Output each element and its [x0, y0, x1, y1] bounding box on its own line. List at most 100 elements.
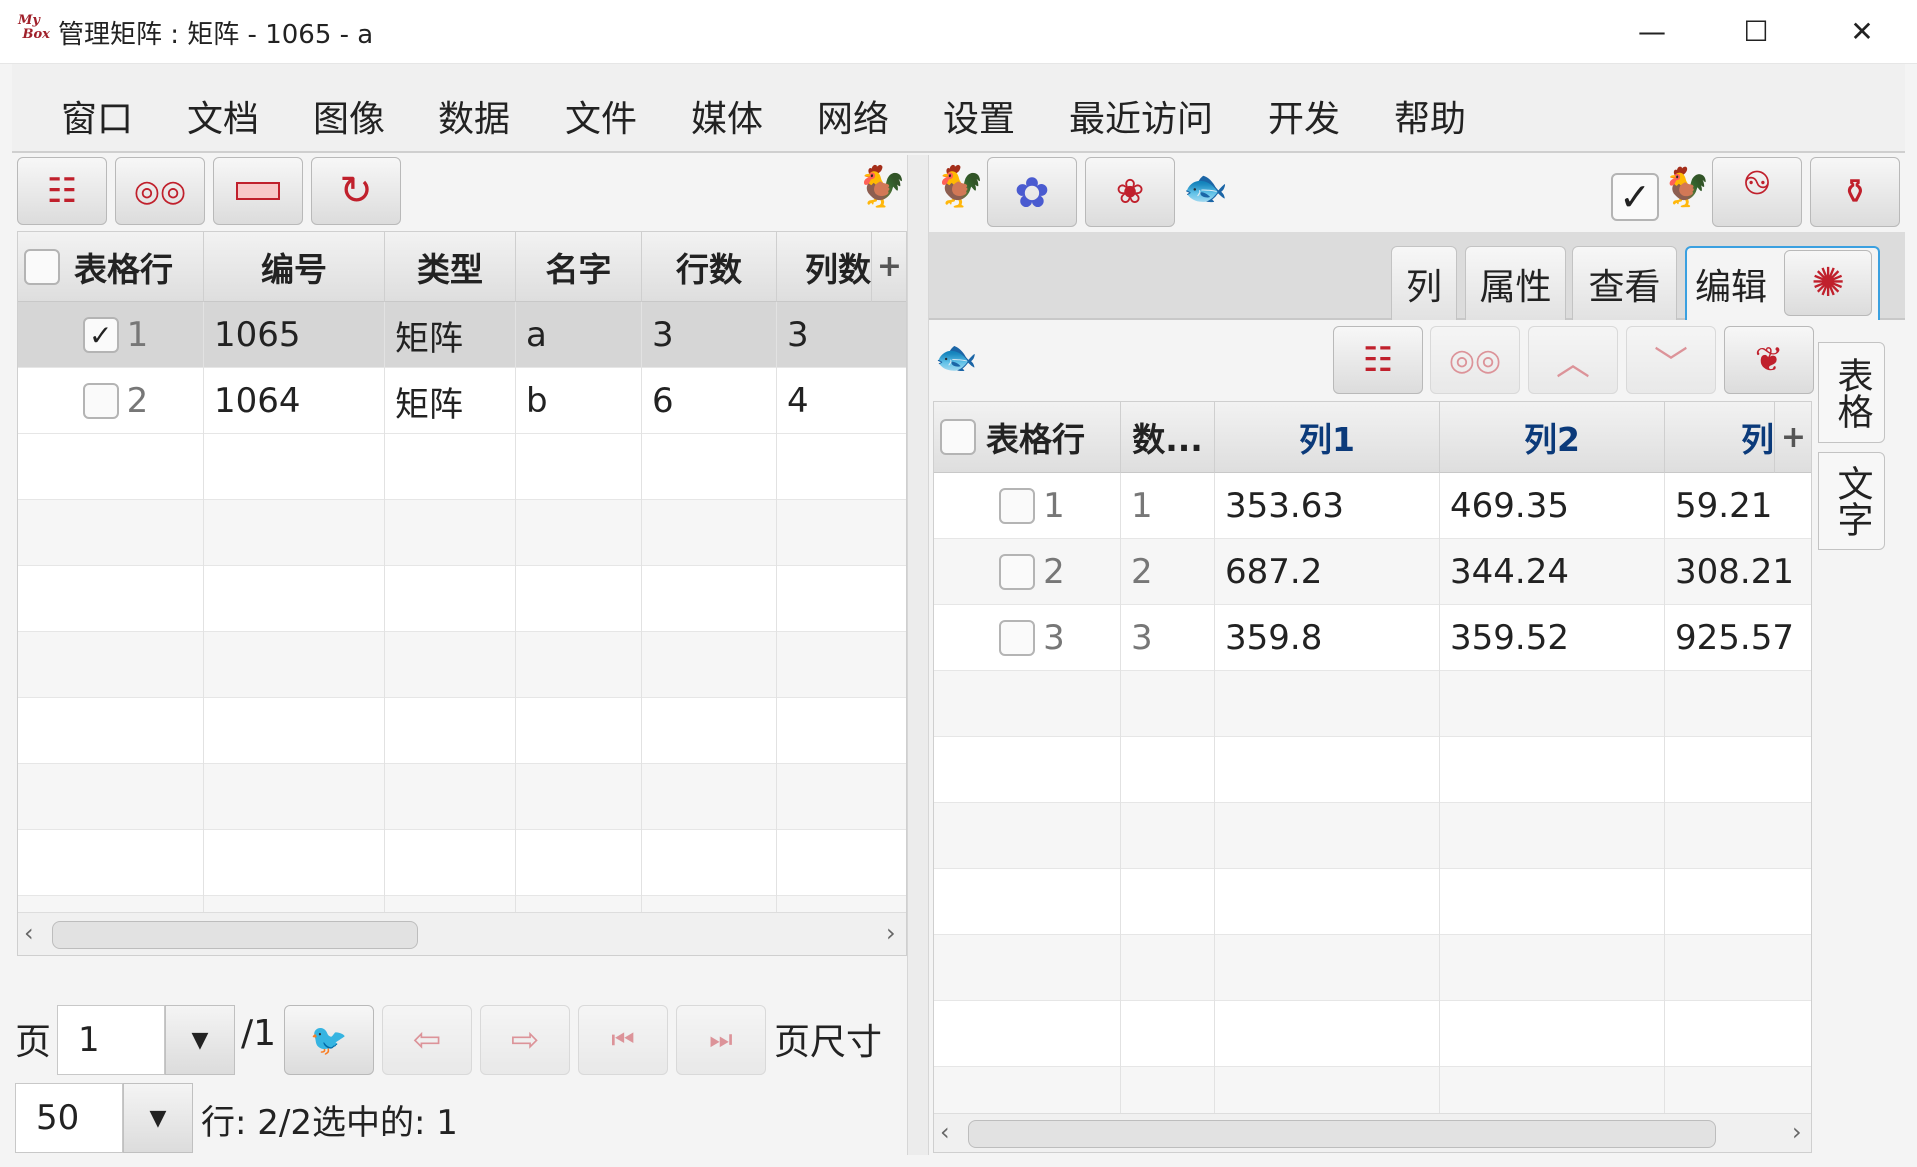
page-size-chevron-icon[interactable]: ▼ — [123, 1083, 193, 1153]
scroll-left-icon[interactable]: ‹ — [940, 1118, 950, 1146]
fish-icon: 🐟 — [935, 338, 978, 378]
column-1-cell[interactable]: 359.8 — [1215, 605, 1440, 671]
app-logo: My Box — [18, 13, 50, 42]
menu-settings[interactable]: 设置 — [943, 90, 1015, 142]
menu-document[interactable]: 文档 — [187, 90, 259, 142]
toggle-checkbox[interactable]: ✓ — [1611, 173, 1659, 221]
menu-develop[interactable]: 开发 — [1268, 90, 1340, 142]
header-row-number[interactable]: 表格行 — [18, 232, 204, 302]
column-3-cell[interactable]: 925.57 — [1665, 605, 1811, 671]
row-checkbox[interactable] — [82, 383, 119, 419]
id-cell: 1065 — [204, 302, 385, 368]
menu-network[interactable]: 网络 — [817, 90, 889, 142]
header-name[interactable]: 名字 — [516, 232, 642, 302]
page-number-input[interactable]: 1 — [57, 1005, 165, 1075]
menu-media[interactable]: 媒体 — [691, 90, 763, 142]
header-column-1[interactable]: 列1 — [1215, 402, 1440, 473]
header-row-number[interactable]: 表格行 — [934, 402, 1121, 473]
scroll-left-icon[interactable]: ‹ — [24, 919, 34, 947]
resize-button[interactable] — [213, 157, 303, 225]
column-3-cell[interactable]: 59.21 — [1665, 473, 1811, 539]
row-checkbox[interactable] — [999, 488, 1036, 524]
column-1-cell[interactable]: 687.2 — [1215, 539, 1440, 605]
settings-button[interactable]: ✿ — [987, 157, 1077, 227]
scroll-right-icon[interactable]: › — [886, 919, 896, 947]
scrollbar-thumb[interactable] — [968, 1120, 1716, 1148]
menu-file[interactable]: 文件 — [565, 90, 637, 142]
table-row[interactable]: ✓ 1 1065 矩阵 a 3 3 — [18, 302, 906, 368]
tab-view[interactable]: 查看 — [1572, 246, 1677, 320]
move-up-button[interactable]: ︿ — [1528, 326, 1618, 394]
tab-edit[interactable]: 编辑 ✺ — [1685, 246, 1880, 320]
previous-page-button[interactable]: ⇦ — [382, 1005, 472, 1075]
page-dropdown-chevron-icon[interactable]: ▼ — [165, 1005, 235, 1075]
first-page-icon: ⏮ — [611, 1024, 635, 1055]
first-page-button[interactable]: ⏮ — [578, 1005, 668, 1075]
tab-columns[interactable]: 列 — [1391, 246, 1457, 320]
row-index: 1 — [1043, 486, 1065, 526]
menu-image[interactable]: 图像 — [313, 90, 385, 142]
swirl-button[interactable]: ࿊ — [1712, 157, 1802, 227]
header-cols[interactable]: 列数 — [777, 232, 872, 302]
header-id[interactable]: 编号 — [204, 232, 385, 302]
move-down-button[interactable]: ﹀ — [1626, 326, 1716, 394]
header-type[interactable]: 类型 — [385, 232, 516, 302]
menu-window[interactable]: 窗口 — [61, 90, 133, 142]
menu-data[interactable]: 数据 — [438, 90, 510, 142]
pattern-button[interactable]: ◎◎ — [115, 157, 205, 225]
row-checkbox[interactable]: ✓ — [82, 317, 119, 353]
add-column-button[interactable]: + — [872, 232, 906, 302]
row-checkbox[interactable] — [999, 620, 1036, 656]
go-page-button[interactable]: 🐦 — [284, 1005, 374, 1075]
rows-cell: 3 — [642, 302, 777, 368]
horizontal-scrollbar[interactable]: ‹ › — [934, 1113, 1811, 1152]
select-all-checkbox[interactable] — [24, 248, 60, 285]
minimize-button[interactable]: — — [1622, 8, 1682, 56]
id-cell: 1064 — [204, 368, 385, 434]
header-column-2[interactable]: 列2 — [1440, 402, 1665, 473]
close-button[interactable]: ✕ — [1832, 8, 1892, 56]
table-row[interactable]: 3 3 359.8 359.52 925.57 — [934, 605, 1811, 671]
dragon-refresh-icon: ↻ — [339, 168, 373, 214]
table-row[interactable]: 2 2 687.2 344.24 308.21 — [934, 539, 1811, 605]
maximize-button[interactable]: ☐ — [1726, 8, 1786, 56]
header-column-3[interactable]: 列 — [1665, 402, 1775, 473]
column-2-cell[interactable]: 469.35 — [1440, 473, 1665, 539]
row-checkbox[interactable] — [999, 554, 1036, 590]
header-rows[interactable]: 行数 — [642, 232, 777, 302]
scroll-right-icon[interactable]: › — [1792, 1118, 1802, 1146]
table-row[interactable]: 2 1064 矩阵 b 6 4 — [18, 368, 906, 434]
header-data-row[interactable]: 数... — [1121, 402, 1215, 473]
data-row-cell: 1 — [1121, 473, 1215, 539]
add-column-button[interactable]: + — [1775, 402, 1811, 473]
table-row[interactable]: 1 1 353.63 469.35 59.21 — [934, 473, 1811, 539]
gourd-button[interactable]: ⚱ — [1810, 157, 1900, 227]
peony-flower-icon: ❀ — [1115, 172, 1145, 212]
refresh-button[interactable]: ↻ — [311, 157, 401, 225]
butterfly-button[interactable]: ❦ — [1724, 326, 1814, 394]
select-all-checkbox[interactable] — [940, 419, 976, 455]
scrollbar-thumb[interactable] — [52, 921, 418, 949]
horizontal-scrollbar[interactable]: ‹ › — [18, 912, 906, 955]
pattern-button[interactable]: ◎◎ — [1430, 326, 1520, 394]
side-tab-table[interactable]: 表格 — [1818, 342, 1885, 443]
panel-splitter[interactable] — [907, 155, 929, 1155]
last-page-button[interactable]: ⏭ — [676, 1005, 766, 1075]
column-2-cell[interactable]: 359.52 — [1440, 605, 1665, 671]
row-index: 2 — [1043, 552, 1065, 592]
column-3-cell[interactable]: 308.21 — [1665, 539, 1811, 605]
tab-attributes[interactable]: 属性 — [1465, 246, 1566, 320]
menu-help[interactable]: 帮助 — [1394, 90, 1466, 142]
mask-face-button[interactable]: ☷ — [1333, 326, 1423, 394]
column-2-cell[interactable]: 344.24 — [1440, 539, 1665, 605]
chrysanthemum-button[interactable]: ✺ — [1784, 250, 1872, 316]
menu-recent[interactable]: 最近访问 — [1069, 90, 1213, 142]
side-tab-text[interactable]: 文字 — [1818, 452, 1885, 550]
mask-face-button[interactable]: ☷ — [17, 157, 107, 225]
page-size-input[interactable]: 50 — [15, 1083, 123, 1153]
column-1-cell[interactable]: 353.63 — [1215, 473, 1440, 539]
butterfly-icon: ❦ — [1754, 340, 1784, 380]
peony-button[interactable]: ❀ — [1085, 157, 1175, 227]
next-page-button[interactable]: ⇨ — [480, 1005, 570, 1075]
chevron-up-icon: ︿ — [1556, 343, 1590, 384]
